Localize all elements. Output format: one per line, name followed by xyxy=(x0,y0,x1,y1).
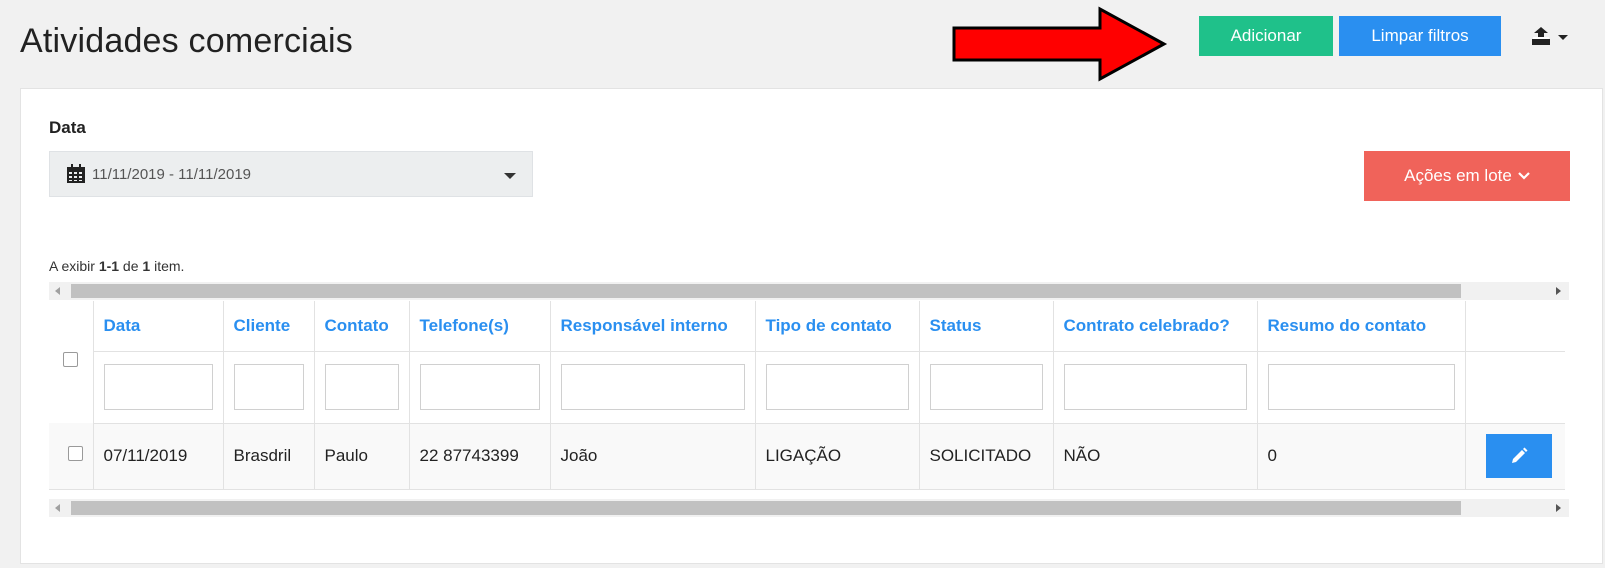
annotation-arrow-icon xyxy=(952,6,1168,82)
scroll-left-icon[interactable] xyxy=(55,287,60,295)
column-header[interactable]: Status xyxy=(919,301,1054,352)
summary-suffix: item. xyxy=(150,258,185,274)
table-cell: 22 87743399 xyxy=(409,423,551,490)
table-cell: João xyxy=(550,423,756,490)
actions-column-header xyxy=(1465,301,1565,352)
content-card: Data 11/11/2019 - 11/11/2019 Ações em lo… xyxy=(20,88,1603,564)
filter-cell xyxy=(919,351,1054,424)
bulk-actions-button[interactable]: Ações em lote xyxy=(1364,151,1570,201)
row-checkbox[interactable] xyxy=(68,445,84,461)
chevron-down-icon xyxy=(1518,172,1530,180)
scroll-right-icon[interactable] xyxy=(1556,287,1561,295)
clear-filters-button[interactable]: Limpar filtros xyxy=(1339,16,1501,56)
filter-cell xyxy=(1257,351,1466,424)
date-range-value: 11/11/2019 - 11/11/2019 xyxy=(92,165,252,183)
column-header[interactable]: Tipo de contato xyxy=(755,301,920,352)
page-title: Atividades comerciais xyxy=(20,22,353,60)
table-row[interactable]: 07/11/2019 Brasdril Paulo 22 87743399 Jo… xyxy=(49,423,1565,490)
filter-cell xyxy=(1053,351,1258,424)
column-header[interactable]: Contato xyxy=(314,301,410,352)
column-header[interactable]: Cliente xyxy=(223,301,315,352)
filter-input-tipo[interactable] xyxy=(765,364,909,410)
table-cell: 07/11/2019 xyxy=(93,423,224,490)
row-actions-cell xyxy=(1465,423,1565,490)
scrollbar-thumb[interactable] xyxy=(71,284,1461,298)
export-icon xyxy=(1532,27,1550,45)
filter-input-cliente[interactable] xyxy=(233,364,304,410)
export-menu-button[interactable] xyxy=(1530,24,1574,50)
activities-table: Data Cliente Contato Telefone(s) Respons… xyxy=(49,301,1565,490)
page-background: Atividades comerciais Adicionar Limpar f… xyxy=(0,0,1605,568)
table-cell: LIGAÇÃO xyxy=(755,423,920,490)
calendar-icon xyxy=(67,164,85,183)
scrollbar-thumb[interactable] xyxy=(71,501,1461,515)
summary-middle: de xyxy=(119,258,143,274)
table-header-row: Data Cliente Contato Telefone(s) Respons… xyxy=(49,301,1565,423)
filter-cell-empty xyxy=(1465,351,1565,424)
filter-input-contato[interactable] xyxy=(324,364,399,410)
table-cell: NÃO xyxy=(1053,423,1258,490)
table-cell: Brasdril xyxy=(223,423,315,490)
select-all-checkbox[interactable] xyxy=(63,352,79,367)
bulk-actions-label: Ações em lote xyxy=(1404,166,1512,185)
column-header[interactable]: Resumo do contato xyxy=(1257,301,1466,352)
horizontal-scrollbar-top[interactable] xyxy=(49,282,1569,300)
filter-cell xyxy=(409,351,551,424)
column-header[interactable]: Data xyxy=(93,301,224,352)
summary-prefix: A exibir xyxy=(49,258,99,274)
filter-input-resumo[interactable] xyxy=(1267,364,1455,410)
filter-cell xyxy=(755,351,920,424)
scroll-left-icon[interactable] xyxy=(55,504,60,512)
chevron-down-icon xyxy=(504,173,516,179)
results-summary: A exibir 1-1 de 1 item. xyxy=(49,258,184,274)
date-filter-label: Data xyxy=(49,118,86,137)
table-cell: 0 xyxy=(1257,423,1466,490)
column-header[interactable]: Contrato celebrado? xyxy=(1053,301,1258,352)
scroll-right-icon[interactable] xyxy=(1556,504,1561,512)
filter-input-status[interactable] xyxy=(929,364,1043,410)
row-select-cell xyxy=(49,423,94,490)
select-all-cell xyxy=(49,301,94,423)
filter-input-data[interactable] xyxy=(103,364,213,410)
filter-input-responsavel[interactable] xyxy=(560,364,745,410)
add-button[interactable]: Adicionar xyxy=(1199,16,1333,56)
chevron-down-icon xyxy=(1558,34,1568,40)
table-cell: Paulo xyxy=(314,423,410,490)
filter-input-telefone[interactable] xyxy=(419,364,540,410)
column-header[interactable]: Responsável interno xyxy=(550,301,756,352)
edit-button[interactable] xyxy=(1485,434,1552,478)
filter-cell xyxy=(550,351,756,424)
date-range-picker[interactable]: 11/11/2019 - 11/11/2019 xyxy=(49,151,533,197)
column-header[interactable]: Telefone(s) xyxy=(409,301,551,352)
filter-input-contrato[interactable] xyxy=(1063,364,1247,410)
summary-range: 1-1 xyxy=(98,258,120,274)
filter-cell xyxy=(223,351,315,424)
horizontal-scrollbar-bottom[interactable] xyxy=(49,499,1569,517)
table-cell: SOLICITADO xyxy=(919,423,1054,490)
filter-cell xyxy=(314,351,410,424)
filter-cell xyxy=(93,351,224,424)
table-filter-row xyxy=(49,351,1565,424)
pencil-icon xyxy=(1511,447,1527,463)
